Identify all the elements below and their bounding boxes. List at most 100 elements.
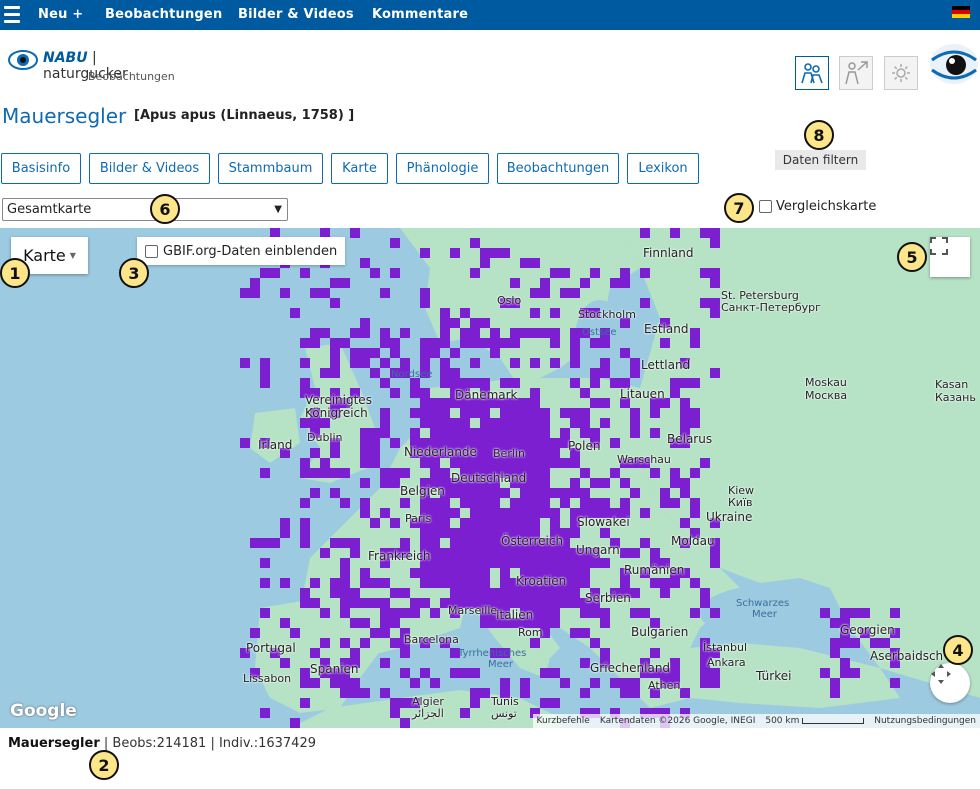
stats-observations: | Beobs:214181	[103, 736, 207, 751]
label-bulgarien: Bulgarien	[631, 625, 689, 639]
map-camera-control[interactable]	[930, 663, 970, 703]
nabu-naturgucker-logo[interactable]: NABU | naturgucker Beobachtungen	[8, 43, 178, 85]
label-barcelona: Barcelona	[404, 633, 459, 646]
label-moldau: Moldau	[671, 534, 715, 548]
label-stockholm: Stockholm	[578, 308, 636, 321]
nav-item-new[interactable]: Neu +	[38, 7, 83, 22]
label-ungarn: Ungarn	[576, 543, 620, 557]
terms-link[interactable]: Nutzungsbedingungen	[874, 716, 976, 726]
label-polen: Polen	[568, 439, 601, 453]
eye-logo-icon	[8, 50, 38, 70]
label-frankreich: Frankreich	[368, 549, 431, 563]
callout-8: 8	[804, 120, 834, 150]
nav-item-media[interactable]: Bilder & Videos	[238, 7, 354, 22]
map-type-select[interactable]: Gesamtkarte ▼	[2, 198, 288, 221]
gbif-label: GBIF.org-Daten einblenden	[163, 243, 338, 259]
label-belgien: Belgien	[400, 484, 445, 498]
label-deutschland: Deutschland	[451, 471, 527, 485]
tab-lexikon[interactable]: Lexikon	[627, 153, 699, 184]
label-oslo: Oslo	[497, 294, 522, 307]
tab-beobachtungen[interactable]: Beobachtungen	[497, 153, 619, 184]
gbif-checkbox[interactable]	[145, 244, 158, 258]
label-kasan: Kasan	[935, 378, 969, 391]
label-niederlande: Niederlande	[404, 445, 477, 459]
label-ankara: Ankara	[707, 656, 746, 669]
label-daenemark: Dänemark	[455, 388, 518, 402]
label-spanien: Spanien	[310, 662, 359, 676]
label-georgien: Georgien	[840, 623, 895, 637]
label-koenigreich: Königreich	[305, 406, 368, 420]
hamburger-menu-icon[interactable]	[4, 6, 20, 24]
label-tyrrh-meer: Meer	[488, 659, 514, 670]
label-aserbaidschan: Aserbaidsch	[870, 649, 944, 663]
settings-button[interactable]	[884, 56, 918, 90]
naturgucker-eye-logo[interactable]	[928, 40, 980, 92]
nav-item-comments[interactable]: Kommentare	[372, 7, 468, 22]
tab-karte[interactable]: Karte	[331, 153, 388, 184]
label-moskau: Moskau	[805, 376, 847, 389]
callout-4: 4	[943, 635, 973, 665]
fullscreen-icon	[930, 237, 948, 255]
map-data-credit: Kartendaten ©2026 Google, INEGI	[599, 716, 756, 726]
label-nordsee: Nordsee	[391, 369, 433, 380]
map-attribution: Kurzbefehle Kartendaten ©2026 Google, IN…	[532, 714, 980, 728]
label-berlin: Berlin	[493, 447, 525, 460]
label-moskau-ru: Москва	[805, 389, 848, 402]
label-kasan-ru: Казань	[935, 391, 976, 404]
label-irland: Irland	[258, 438, 293, 452]
label-estland: Estland	[644, 322, 689, 336]
google-logo: Google	[10, 701, 77, 721]
german-flag-icon[interactable]	[952, 6, 970, 18]
callout-3: 3	[119, 258, 149, 288]
label-lettland: Lettland	[641, 358, 691, 372]
label-schwarzes: Schwarzes	[736, 598, 790, 609]
label-oesterreich: Österreich	[501, 534, 564, 548]
callout-2: 2	[89, 750, 119, 780]
label-lissabon: Lissabon	[243, 672, 292, 685]
tab-stammbaum[interactable]: Stammbaum	[218, 153, 323, 184]
compare-checkbox[interactable]	[759, 200, 772, 213]
label-algier-ar: الجزائر	[412, 707, 444, 720]
label-tyrrh: Tyrrhenisches	[458, 648, 527, 659]
fullscreen-button[interactable]	[930, 237, 970, 277]
label-belarus: Belarus	[667, 432, 713, 446]
callout-6: 6	[150, 194, 180, 224]
distribution-map[interactable]: Finnland St. Petersburg Санкт-Петербург …	[0, 228, 980, 728]
people-icon	[801, 63, 823, 84]
scientific-name: [Apus apus (Linnaeus, 1758) ]	[134, 108, 355, 123]
label-tunis-ar: تونس	[491, 707, 517, 720]
label-warschau: Warschau	[617, 453, 671, 466]
share-button[interactable]	[839, 56, 873, 90]
tab-basisinfo[interactable]: Basisinfo	[1, 153, 81, 184]
label-rumaenien: Rumänien	[624, 563, 685, 577]
keyboard-shortcuts-link[interactable]: Kurzbefehle	[537, 716, 590, 726]
label-serbien: Serbien	[585, 591, 631, 605]
species-title: Mauersegler	[2, 104, 127, 128]
nav-item-observations[interactable]: Beobachtungen	[105, 7, 222, 22]
label-st-petersburg-ru: Санкт-Петербург	[721, 301, 821, 314]
compare-map-toggle[interactable]: Vergleichskarte	[759, 199, 876, 214]
filter-data-button[interactable]: Daten filtern	[775, 150, 866, 170]
label-kiew-ua: Київ	[728, 496, 753, 509]
tab-phaenologie[interactable]: Phänologie	[396, 153, 489, 184]
stats-species: Mauersegler	[8, 736, 100, 751]
sun-gear-icon	[892, 64, 910, 82]
observation-stats: Mauersegler | Beobs:214181 | Indiv.:1637…	[8, 736, 316, 751]
map-select-value: Gesamtkarte	[7, 202, 92, 217]
label-tuerkei: Türkei	[756, 669, 792, 683]
label-schwarzes-meer: Meer	[752, 609, 778, 620]
label-athen: Athen	[648, 679, 681, 692]
stats-individuals: | Indiv.:1637429	[210, 736, 316, 751]
label-rom: Rom	[518, 626, 543, 639]
callout-7: 7	[724, 193, 754, 223]
gbif-toggle[interactable]: GBIF.org-Daten einblenden	[137, 237, 345, 265]
label-slowakei: Slowakei	[577, 515, 630, 529]
label-marseille: Marseille	[448, 604, 498, 617]
callout-1: 1	[0, 258, 30, 288]
label-ostsee: Ostsee	[582, 327, 617, 338]
label-vereinigtes: Vereinigtes	[305, 393, 372, 407]
scale-bar[interactable]: 500 km	[765, 716, 865, 726]
tab-media[interactable]: Bilder & Videos	[89, 153, 210, 184]
label-istanbul: İstanbul	[703, 641, 748, 654]
observers-button[interactable]	[795, 56, 829, 90]
